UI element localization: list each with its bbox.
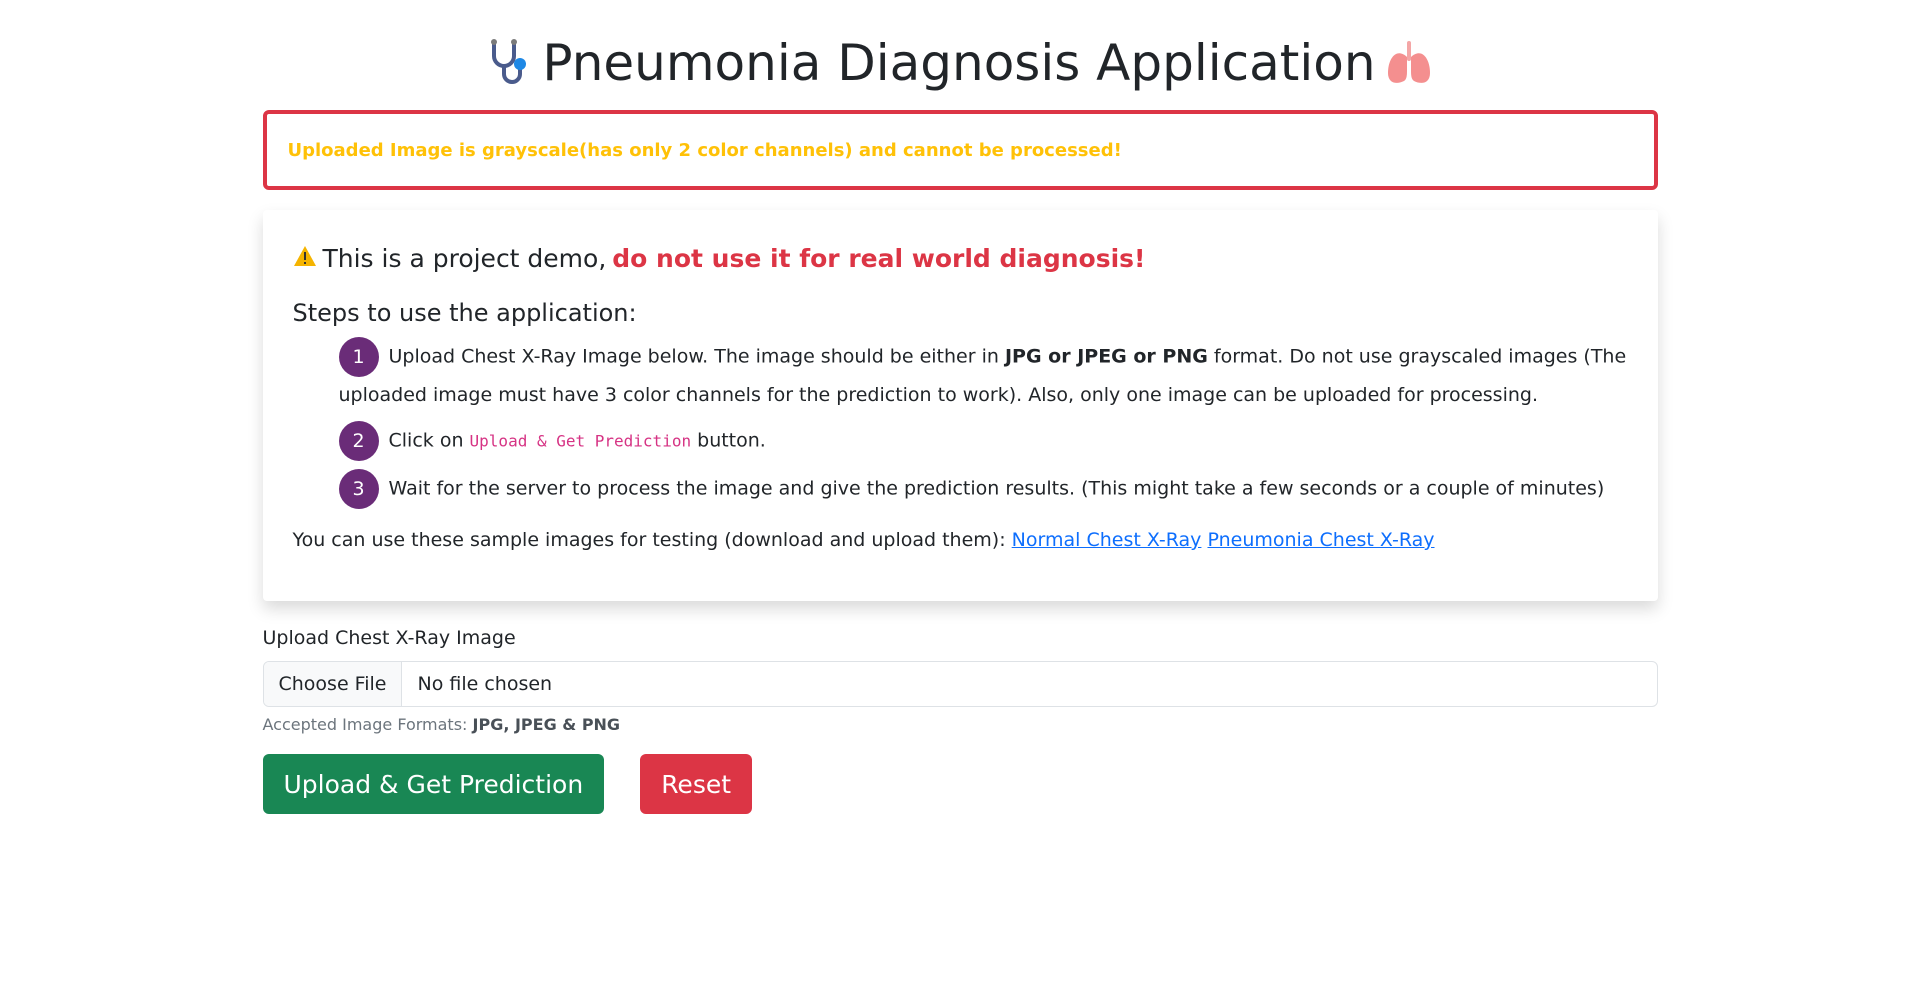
formats-value: JPG, JPEG & PNG xyxy=(472,715,621,734)
main-container: Pneumonia Diagnosis Application Uploaded… xyxy=(262,0,1658,814)
warning-icon xyxy=(293,244,317,273)
step-text: Click on xyxy=(388,429,470,452)
pneumonia-xray-link[interactable]: Pneumonia Chest X-Ray xyxy=(1207,529,1434,551)
action-buttons: Upload & Get Prediction Reset xyxy=(262,754,1658,814)
steps-title: Steps to use the application: xyxy=(292,299,637,327)
steps-list: 1 Upload Chest X-Ray Image below. The ima… xyxy=(293,337,1628,509)
warning-prefix: This is a project demo, xyxy=(322,244,607,273)
demo-warning: This is a project demo, do not use it fo… xyxy=(293,244,1628,273)
step-item: 3 Wait for the server to process the imag… xyxy=(338,469,1628,509)
step-code: Upload & Get Prediction xyxy=(469,431,692,451)
page-title: Pneumonia Diagnosis Application xyxy=(263,30,1658,96)
normal-xray-link[interactable]: Normal Chest X-Ray xyxy=(1012,529,1202,551)
error-alert: Uploaded Image is grayscale(has only 2 c… xyxy=(262,110,1658,190)
step-badge: 1 xyxy=(338,337,379,377)
step-item: 2 Click on Upload & Get Prediction button… xyxy=(338,421,1628,461)
lungs-icon xyxy=(1386,39,1432,87)
instructions-card: This is a project demo, do not use it fo… xyxy=(263,210,1658,601)
error-alert-text: Uploaded Image is grayscale(has only 2 c… xyxy=(287,139,1122,161)
choose-file-button[interactable]: Choose File xyxy=(263,662,403,706)
step-text: Wait for the server to process the image… xyxy=(388,477,1605,500)
reset-button[interactable]: Reset xyxy=(640,754,753,814)
step-badge: 2 xyxy=(338,421,379,461)
step-text: button. xyxy=(691,429,766,452)
step-bold: JPG or JPEG or PNG xyxy=(1004,345,1208,368)
warning-emphasis: do not use it for real world diagnosis! xyxy=(612,244,1146,273)
formats-prefix: Accepted Image Formats: xyxy=(262,715,473,734)
step-text: Upload Chest X-Ray Image below. The imag… xyxy=(388,345,1005,368)
stethoscope-icon xyxy=(488,38,532,88)
file-input[interactable]: Choose File No file chosen xyxy=(262,661,1658,707)
upload-label: Upload Chest X-Ray Image xyxy=(262,627,516,649)
upload-predict-button[interactable]: Upload & Get Prediction xyxy=(262,754,605,814)
sample-images: You can use these sample images for test… xyxy=(293,529,1628,551)
step-item: 1 Upload Chest X-Ray Image below. The ima… xyxy=(338,337,1628,413)
samples-text: You can use these sample images for test… xyxy=(292,529,1012,551)
step-badge: 3 xyxy=(338,469,379,509)
accepted-formats: Accepted Image Formats: JPG, JPEG & PNG xyxy=(263,715,1658,734)
file-status: No file chosen xyxy=(417,673,553,695)
page-title-text: Pneumonia Diagnosis Application xyxy=(542,34,1376,92)
